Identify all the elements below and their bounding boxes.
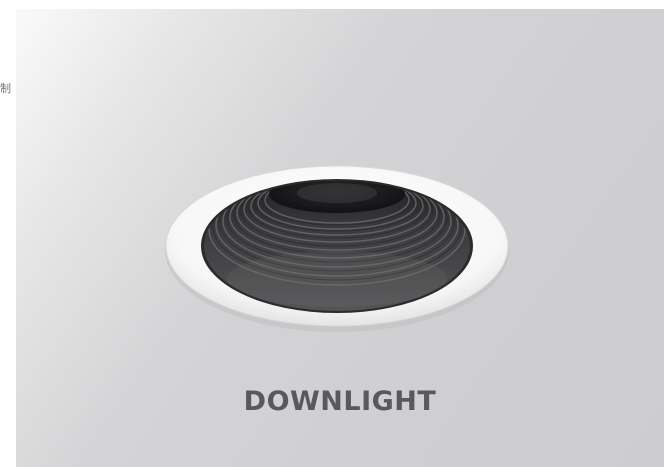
page: 制 DOWNLIGHT (0, 0, 664, 467)
downlight-product-image (162, 159, 512, 334)
product-banner[interactable]: DOWNLIGHT (16, 9, 664, 467)
cropped-side-text: 制 (0, 82, 11, 95)
downlight-icon (165, 165, 509, 332)
product-title: DOWNLIGHT (243, 386, 437, 417)
